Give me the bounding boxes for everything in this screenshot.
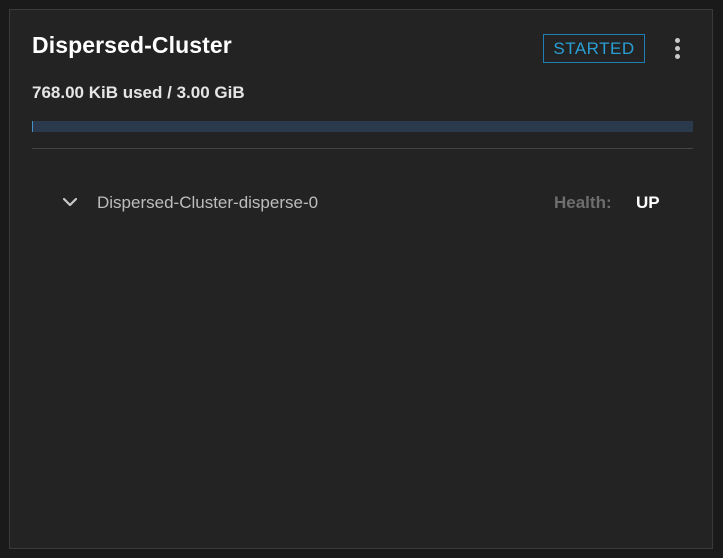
health-label: Health: [554,193,612,212]
subvolume-name: Dispersed-Cluster-disperse-0 [97,193,319,212]
usage-progress-bar [32,121,693,132]
health-value: UP [636,193,660,212]
kebab-menu-icon [675,38,680,43]
kebab-menu-button[interactable] [668,36,688,62]
divider [32,148,693,149]
status-badge: STARTED [543,34,645,63]
chevron-down-icon[interactable] [62,194,78,210]
kebab-menu-icon-dot [675,54,680,59]
usage-text: 768.00 KiB used / 3.00 GiB [32,83,245,102]
volume-card: Dispersed-Cluster STARTED 768.00 KiB use… [9,9,713,549]
volume-title: Dispersed-Cluster [32,32,232,58]
kebab-menu-icon-dot [675,46,680,51]
usage-progress-fill [32,121,33,132]
subvolume-row[interactable]: Dispersed-Cluster-disperse-0 Health: UP [32,186,693,220]
